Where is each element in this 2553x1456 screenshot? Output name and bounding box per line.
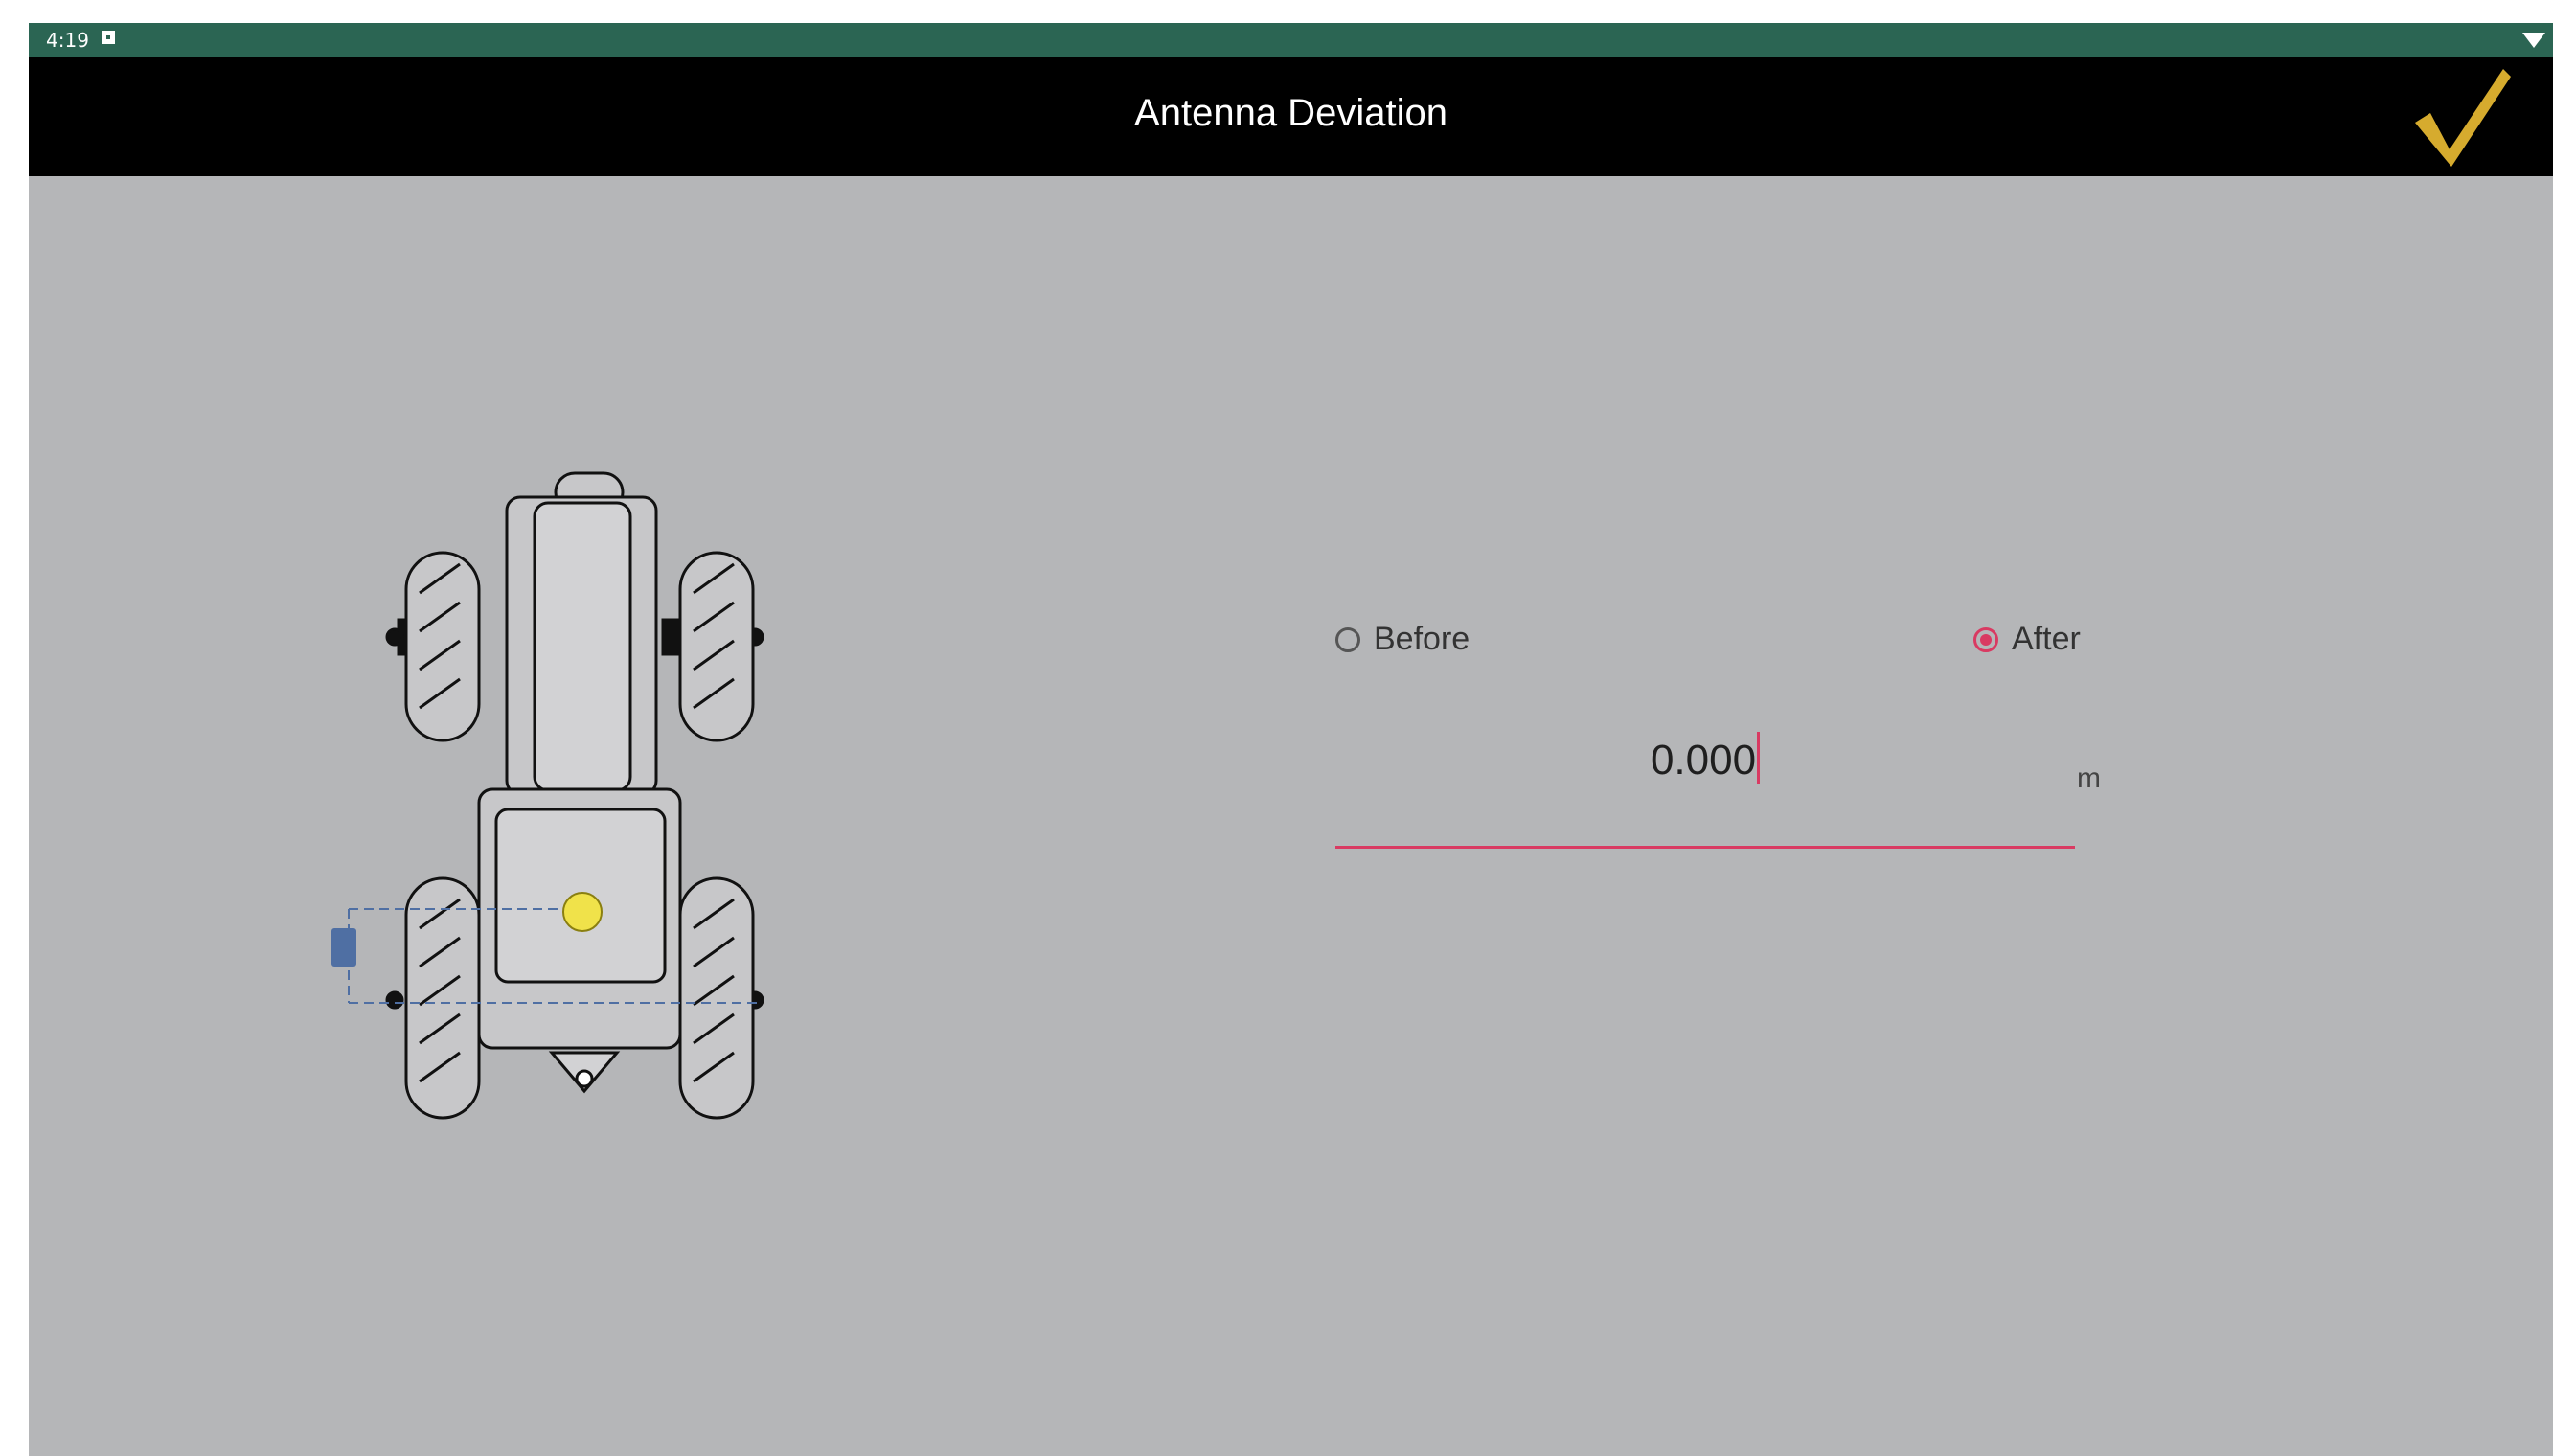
tractor-diagram — [331, 471, 764, 1120]
page-title: Antenna Deviation — [1134, 92, 1447, 134]
radio-after-circle[interactable] — [1973, 626, 1998, 652]
status-time: 4:19 — [46, 29, 89, 52]
radio-before[interactable]: Before — [1335, 621, 1470, 658]
wifi-icon — [2522, 33, 2545, 48]
notification-icon — [102, 31, 115, 44]
radio-after-label: After — [2012, 621, 2081, 657]
checkmark-icon — [2415, 69, 2511, 167]
radio-before-circle[interactable] — [1335, 626, 1360, 652]
radio-after[interactable]: After — [1973, 621, 2081, 658]
text-caret — [1757, 732, 1761, 784]
app-bar: Antenna Deviation — [29, 57, 2553, 176]
app-screen: 4:19 Antenna Deviation Before After 0.00… — [29, 23, 2553, 1456]
status-bar: 4:19 — [29, 23, 2553, 57]
content-area: Before After 0.000 m — [29, 176, 2553, 1456]
unit-label: m — [2077, 762, 2101, 794]
confirm-button[interactable] — [2409, 65, 2515, 171]
deviation-input[interactable]: 0.000 — [1335, 732, 2075, 785]
implement-marker — [331, 928, 356, 967]
antenna-marker — [562, 892, 603, 932]
radio-before-label: Before — [1374, 621, 1470, 657]
input-underline — [1335, 846, 2075, 849]
deviation-value: 0.000 — [1650, 737, 1757, 784]
